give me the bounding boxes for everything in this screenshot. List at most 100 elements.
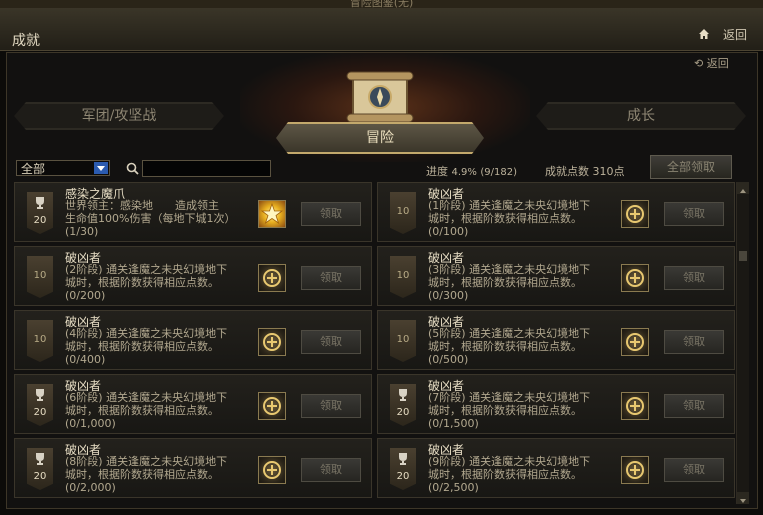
claim-button[interactable]: 领取 [301,202,361,226]
sigil-reward-icon[interactable] [621,456,649,484]
claim-all-button[interactable]: 全部领取 [650,155,732,179]
category-dropdown[interactable]: 全部 [16,160,110,176]
scroll-down-icon[interactable] [737,492,749,504]
achievement-description: (3阶段) 通关逢魔之未央幻境地下 城时，根据阶数获得相应点数。 (0/300) [428,263,618,302]
tab-growth[interactable]: 成长 [536,102,746,130]
home-icon[interactable] [697,27,711,41]
achievement-description: (7阶段) 通关逢魔之未央幻境地下 城时，根据阶数获得相应点数。 (0/1,50… [428,391,618,430]
claim-button[interactable]: 领取 [664,330,724,354]
sigil-reward-icon[interactable] [621,392,649,420]
description-line: 城时，根据阶数获得相应点数。 [428,404,582,417]
trophy-icon [36,389,44,401]
tab-legion-raid[interactable]: 军团/攻坚战 [14,102,224,130]
points-value: 20 [33,407,47,418]
search-input[interactable] [142,160,271,177]
window-titlebar: 冒险图鉴(无) [0,0,763,8]
scroll-compass-icon [346,71,414,123]
points-badge: 10 [390,256,416,298]
points-value: 10 [396,206,410,217]
progress-percent: 4.9% [451,167,477,178]
achievement-description: (4阶段) 通关逢魔之未央幻境地下 城时，根据阶数获得相应点数。 (0/400) [65,327,255,366]
achievement-card: 20 破凶者 (9阶段) 通关逢魔之未央幻境地下 城时，根据阶数获得相应点数。 … [377,438,735,498]
description-line: (3阶段) 通关逢魔之未央幻境地下 [428,263,591,276]
points-value: 20 [33,215,47,226]
achievement-progress: (0/1,000) [65,417,116,430]
points-badge: 10 [390,320,416,362]
description-line: 城时，根据阶数获得相应点数。 [65,404,219,417]
scrollbar-thumb[interactable] [739,251,747,261]
sigil-reward-icon[interactable] [258,264,286,292]
trophy-icon [399,453,407,465]
claim-button[interactable]: 领取 [301,458,361,482]
trophy-icon [399,389,407,401]
sigil-reward-icon[interactable] [258,328,286,356]
sigil-reward-icon[interactable] [258,456,286,484]
trophy-icon [36,197,44,209]
description-line: (2阶段) 通关逢魔之未央幻境地下 [65,263,228,276]
category-dropdown-value: 全部 [21,162,46,176]
claim-button[interactable]: 领取 [664,202,724,226]
header-back-button[interactable]: 返回 [723,26,747,43]
scroll-up-icon[interactable] [737,182,749,194]
claim-button[interactable]: 领取 [664,266,724,290]
sigil-reward-icon[interactable] [621,200,649,228]
claim-button[interactable]: 领取 [664,394,724,418]
chevron-down-icon[interactable] [94,162,108,174]
sigil-reward-icon[interactable] [621,264,649,292]
page-title: 成就 [12,33,40,49]
trophy-icon [36,453,44,465]
claim-button[interactable]: 领取 [301,330,361,354]
points-badge: 10 [27,256,53,298]
achievement-card: 10 破凶者 (3阶段) 通关逢魔之未央幻境地下 城时，根据阶数获得相应点数。 … [377,246,735,306]
achievement-description: 世界领主：感染地 造成领主 生命值100%伤害（每地下城1次） (1/30) [65,199,255,238]
description-line: 城时，根据阶数获得相应点数。 [65,468,219,481]
panel-back-button[interactable]: ⟲ 返回 [694,55,729,71]
claim-button[interactable]: 领取 [664,458,724,482]
description-line: (9阶段) 通关逢魔之未央幻境地下 [428,455,591,468]
achievement-progress: (0/2,500) [428,481,479,494]
description-line: (7阶段) 通关逢魔之未央幻境地下 [428,391,591,404]
list-scrollbar[interactable] [736,182,749,504]
points-value: 10 [396,270,410,281]
sigil-reward-icon[interactable] [621,328,649,356]
achievement-progress: (0/1,500) [428,417,479,430]
description-line: 城时，根据阶数获得相应点数。 [428,276,582,289]
achievement-progress: (0/200) [65,289,106,302]
star-reward-icon[interactable] [258,200,286,228]
achievement-card: 10 破凶者 (4阶段) 通关逢魔之未央幻境地下 城时，根据阶数获得相应点数。 … [14,310,372,370]
achievement-description: (2阶段) 通关逢魔之未央幻境地下 城时，根据阶数获得相应点数。 (0/200) [65,263,255,302]
achievement-card: 20 感染之魔爪 世界领主：感染地 造成领主 生命值100%伤害（每地下城1次）… [14,182,372,242]
achievement-progress: (0/300) [428,289,469,302]
window-title: 冒险图鉴(无) [349,0,414,8]
description-line: 城时，根据阶数获得相应点数。 [428,468,582,481]
description-line: (6阶段) 通关逢魔之未央幻境地下 [65,391,228,404]
points-value: 10 [33,270,47,281]
points-badge: 10 [27,320,53,362]
achievement-description: (8阶段) 通关逢魔之未央幻境地下 城时，根据阶数获得相应点数。 (0/2,00… [65,455,255,494]
points-badge: 20 [27,192,53,234]
achievement-card: 20 破凶者 (7阶段) 通关逢魔之未央幻境地下 城时，根据阶数获得相应点数。 … [377,374,735,434]
points-badge: 20 [27,384,53,426]
page-header: 成就 返回 [0,8,763,51]
points-value: 10 [33,334,47,345]
tab-adventure[interactable]: 冒险 [276,122,484,154]
sigil-reward-icon[interactable] [258,392,286,420]
points-value: 20 [396,407,410,418]
achievement-card: 10 破凶者 (2阶段) 通关逢魔之未央幻境地下 城时，根据阶数获得相应点数。 … [14,246,372,306]
description-line: 城时，根据阶数获得相应点数。 [428,340,582,353]
points-badge: 20 [390,384,416,426]
claim-button[interactable]: 领取 [301,266,361,290]
points-badge: 20 [27,448,53,490]
progress-readout: 进度 4.9% (9/182) [426,163,517,179]
description-line: 生命值100%伤害（每地下城1次） [65,212,236,225]
achievement-progress: (0/100) [428,225,469,238]
achievement-progress: (0/400) [65,353,106,366]
claim-button[interactable]: 领取 [301,394,361,418]
description-line: 城时，根据阶数获得相应点数。 [428,212,582,225]
achievement-card: 20 破凶者 (6阶段) 通关逢魔之未央幻境地下 城时，根据阶数获得相应点数。 … [14,374,372,434]
points-badge: 20 [390,448,416,490]
progress-label: 进度 [426,165,448,178]
achievement-progress: (0/2,000) [65,481,116,494]
description-line: 世界领主：感染地 造成领主 [65,199,219,212]
achievement-description: (5阶段) 通关逢魔之未央幻境地下 城时，根据阶数获得相应点数。 (0/500) [428,327,618,366]
